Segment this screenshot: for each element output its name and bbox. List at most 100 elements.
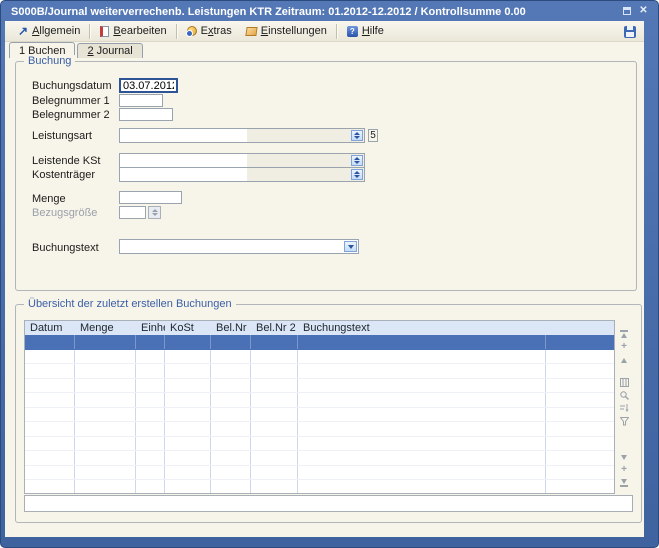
table-cell xyxy=(165,466,211,480)
bezugsgroesse-input xyxy=(119,206,146,219)
summary-field[interactable] xyxy=(24,495,633,512)
table-row[interactable] xyxy=(25,393,614,408)
menu-item-extras[interactable]: Extras xyxy=(180,23,239,40)
menu-item-einstellungen[interactable]: Einstellungen xyxy=(239,23,334,40)
spinner-down-icon xyxy=(354,161,360,164)
table-cell xyxy=(25,408,75,422)
sort-icon[interactable] xyxy=(619,403,629,413)
scroll-next-icon[interactable] xyxy=(619,452,629,462)
table-row[interactable] xyxy=(25,379,614,394)
table-cell xyxy=(165,451,211,465)
table-cell xyxy=(211,350,251,364)
toolbar-divider xyxy=(176,24,178,39)
filter-icon[interactable] xyxy=(619,416,629,426)
grid-columns-icon[interactable] xyxy=(619,377,629,387)
belegnummer1-input[interactable] xyxy=(119,94,163,107)
table-cell xyxy=(251,364,298,378)
table-row[interactable] xyxy=(25,466,614,481)
table-cell xyxy=(298,393,546,407)
table-cell xyxy=(165,422,211,436)
buchungstext-dropdown-button[interactable] xyxy=(344,241,357,252)
close-icon: ✕ xyxy=(639,6,647,16)
table-header-row: Datum Menge Einheit KoSt Bel.Nr Bel.Nr 2… xyxy=(25,321,614,335)
table-cell xyxy=(211,393,251,407)
table-cell xyxy=(211,408,251,422)
table-cell xyxy=(75,466,136,480)
table-cell xyxy=(136,480,165,494)
table-cell xyxy=(211,422,251,436)
scroll-down-icon[interactable]: + xyxy=(619,465,629,475)
close-button[interactable]: ✕ xyxy=(637,4,650,17)
menu-item-hilfe[interactable]: Hilfe xyxy=(340,23,391,40)
kostentraeger-combobox[interactable] xyxy=(119,167,365,182)
leistende-kst-combobox[interactable] xyxy=(119,153,365,168)
buchungsdatum-label: Buchungsdatum xyxy=(32,80,112,92)
leistende-kst-spinner-button[interactable] xyxy=(351,155,363,166)
table-cell xyxy=(298,335,546,349)
restore-button[interactable] xyxy=(620,4,633,17)
save-button[interactable] xyxy=(623,25,637,39)
scroll-last-icon[interactable] xyxy=(619,478,629,488)
table-row[interactable] xyxy=(25,335,614,350)
table-cell xyxy=(211,364,251,378)
menu-item-allgemein[interactable]: ↗ Allgemein xyxy=(11,23,87,40)
table-row[interactable] xyxy=(25,408,614,423)
spinner-up-icon xyxy=(354,132,360,135)
leistungsart-combobox[interactable] xyxy=(119,128,365,143)
table-cell xyxy=(136,408,165,422)
spinner-up-icon xyxy=(354,171,360,174)
menge-input[interactable] xyxy=(119,191,182,204)
buchungstext-dropdown[interactable] xyxy=(119,239,359,254)
table-cell xyxy=(136,393,165,407)
leistungsart-count-badge: 5 xyxy=(368,129,378,142)
column-header-einheit[interactable]: Einheit xyxy=(136,321,165,335)
kostentraeger-spinner-button[interactable] xyxy=(351,169,363,180)
table-row[interactable] xyxy=(25,451,614,466)
table-cell xyxy=(546,422,615,436)
table-row[interactable] xyxy=(25,480,614,494)
table-cell xyxy=(251,393,298,407)
tab-journal[interactable]: 2 Journal xyxy=(77,43,142,58)
column-header-datum[interactable]: Datum xyxy=(25,321,75,335)
menu-label: Extras xyxy=(201,25,232,37)
scroll-prev-icon[interactable] xyxy=(619,355,629,365)
column-header-extra[interactable] xyxy=(546,321,615,335)
leistungsart-label: Leistungsart xyxy=(32,130,92,142)
column-header-belnr[interactable]: Bel.Nr xyxy=(211,321,251,335)
column-header-buchungstext[interactable]: Buchungstext xyxy=(298,321,546,335)
table-cell xyxy=(546,393,615,407)
table-cell xyxy=(211,451,251,465)
table-cell xyxy=(251,451,298,465)
table-row[interactable] xyxy=(25,350,614,365)
column-header-belnr2[interactable]: Bel.Nr 2 xyxy=(251,321,298,335)
table-row[interactable] xyxy=(25,437,614,452)
column-header-kost[interactable]: KoSt xyxy=(165,321,211,335)
table-cell xyxy=(546,364,615,378)
menu-item-bearbeiten[interactable]: Bearbeiten xyxy=(93,23,173,40)
table-row[interactable] xyxy=(25,364,614,379)
table-cell xyxy=(546,480,615,494)
search-icon[interactable] xyxy=(619,390,629,400)
belegnummer2-input[interactable] xyxy=(119,108,173,121)
bezugsgroesse-label: Bezugsgröße xyxy=(32,207,97,219)
menu-label: Hilfe xyxy=(362,25,384,37)
table-cell xyxy=(75,364,136,378)
group-buchung: Buchung Buchungsdatum Belegnummer 1 Bele… xyxy=(15,61,637,291)
menu-toolbar: ↗ Allgemein Bearbeiten Extras Einstellun… xyxy=(5,21,644,42)
table-cell xyxy=(211,466,251,480)
table-nav-strip: + + xyxy=(617,325,631,490)
table-row[interactable] xyxy=(25,422,614,437)
table-cell xyxy=(75,422,136,436)
scroll-up-icon[interactable]: + xyxy=(619,342,629,352)
table-cell xyxy=(136,350,165,364)
buchungen-table: Datum Menge Einheit KoSt Bel.Nr Bel.Nr 2… xyxy=(24,320,615,494)
scroll-first-icon[interactable] xyxy=(619,329,629,339)
table-cell xyxy=(546,466,615,480)
table-body xyxy=(25,335,614,494)
leistungsart-spinner-button[interactable] xyxy=(351,130,363,141)
menu-label: Allgemein xyxy=(32,25,80,37)
menge-label: Menge xyxy=(32,193,66,205)
buchungsdatum-input[interactable] xyxy=(119,78,178,93)
column-header-menge[interactable]: Menge xyxy=(75,321,136,335)
table-cell xyxy=(75,451,136,465)
